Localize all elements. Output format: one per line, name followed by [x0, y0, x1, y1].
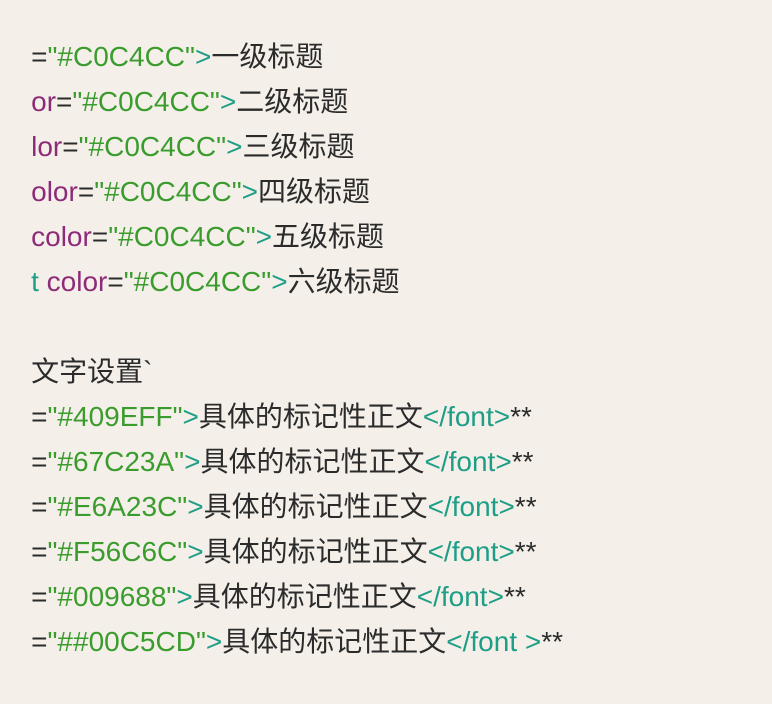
- code-line-body-1: ="#409EFF">具体的标记性正文</font>**: [0, 357, 532, 432]
- code-line-body-6: ="##00C5CD">具体的标记性正文</font >**: [0, 582, 563, 657]
- equals-sign: =: [107, 266, 124, 297]
- end-tag: </font >: [446, 626, 542, 657]
- code-line-body-2: ="#67C23A">具体的标记性正文</font>**: [0, 402, 533, 477]
- body-text: 具体的标记性正文: [222, 626, 447, 657]
- attribute-name: color: [38, 266, 108, 297]
- code-line-body-4: ="#F56C6C">具体的标记性正文</font>**: [0, 492, 536, 567]
- code-line-heading-5: color="#C0C4CC">五级标题: [0, 177, 384, 252]
- code-line-heading-6: t color="#C0C4CC">六级标题: [0, 222, 399, 297]
- attribute-value: "#C0C4CC": [123, 266, 272, 297]
- equals-sign: =: [31, 626, 48, 657]
- code-line-heading-3: lor="#C0C4CC">三级标题: [0, 87, 354, 162]
- tag-close: >: [271, 266, 288, 297]
- code-line-section-label: 文字设置`: [0, 312, 152, 387]
- heading-text: 六级标题: [287, 266, 400, 297]
- code-line-heading-4: olor="#C0C4CC">四级标题: [0, 132, 370, 207]
- tag-name: t: [31, 266, 39, 297]
- bold-marker: **: [541, 626, 564, 657]
- code-line-heading-1: ="#C0C4CC">一级标题: [0, 0, 323, 72]
- tag-close: >: [205, 626, 223, 657]
- code-line-body-3: ="#E6A23C">具体的标记性正文</font>**: [0, 447, 536, 522]
- attribute-value: "##00C5CD": [47, 626, 206, 657]
- code-line-heading-2: or="#C0C4CC">二级标题: [0, 42, 348, 117]
- code-line-body-5: ="#009688">具体的标记性正文</font>**: [0, 537, 526, 612]
- code-editor[interactable]: ="#C0C4CC">一级标题 or="#C0C4CC">二级标题 lor="#…: [0, 0, 772, 704]
